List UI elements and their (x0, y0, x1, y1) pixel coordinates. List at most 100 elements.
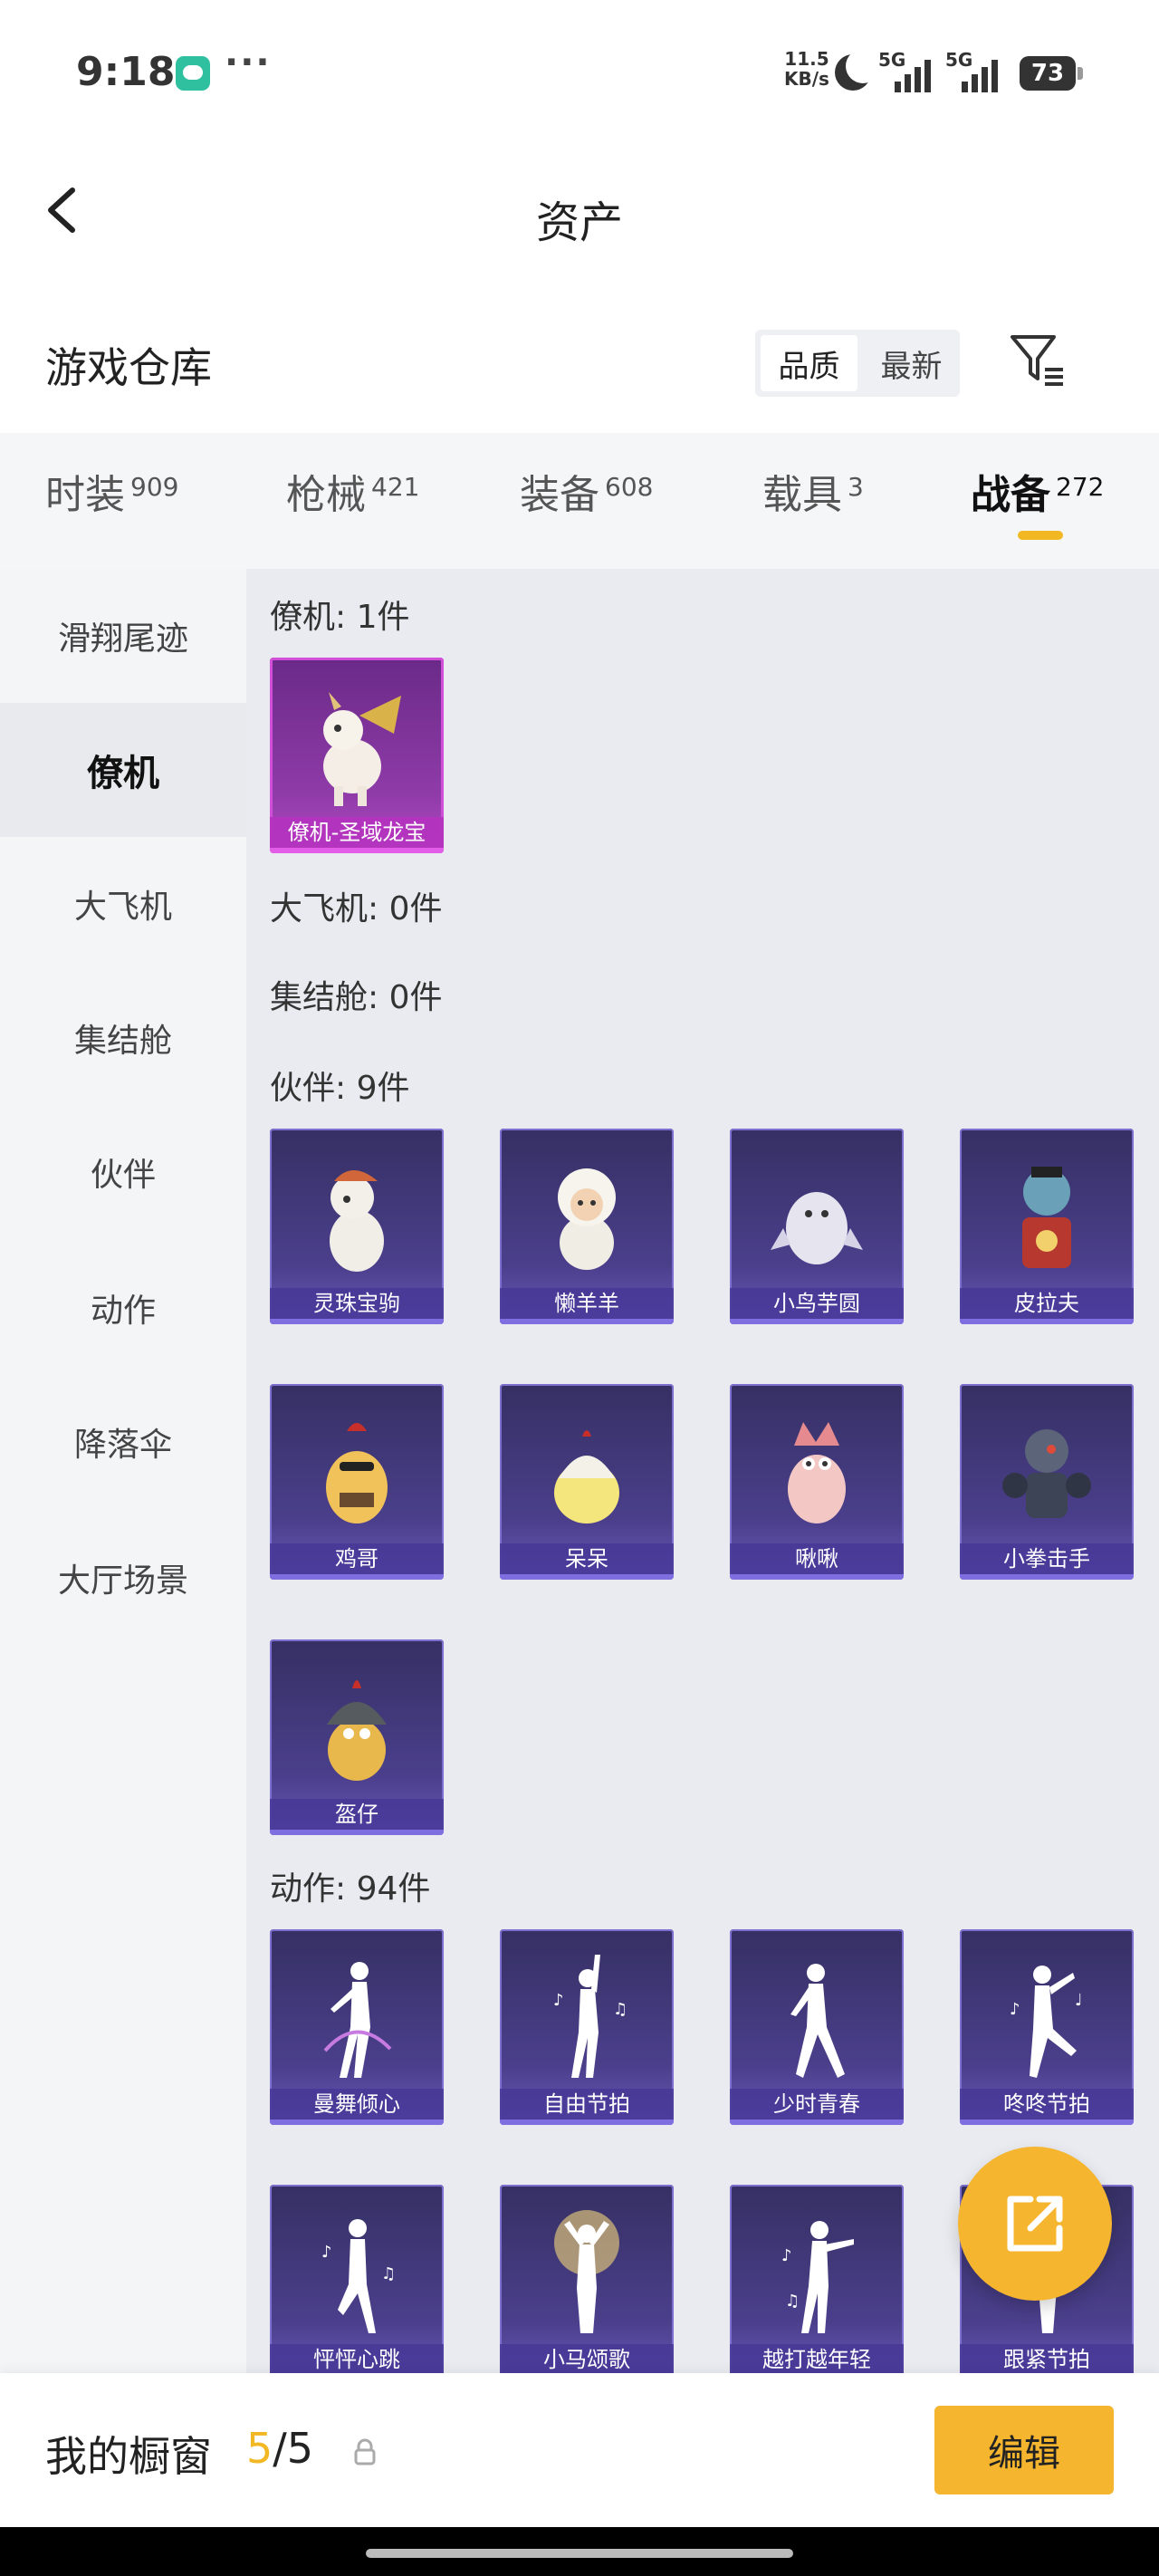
item-card-companion[interactable]: 懒羊羊 (500, 1129, 674, 1324)
item-card-companion[interactable]: 皮拉夫 (960, 1129, 1134, 1324)
item-card-companion[interactable]: 盔仔 (270, 1639, 444, 1835)
dragon-figure-icon (323, 692, 401, 806)
sort-option-newest[interactable]: 最新 (863, 330, 960, 397)
more-notifications-indicator: ··· (225, 42, 272, 83)
tab-equipment[interactable]: 装备 608 (520, 462, 653, 520)
item-card-emote[interactable]: ♪ ♫ 怦怦心跳 (270, 2185, 444, 2380)
sidebar-item-glide-trail[interactable]: 滑翔尾迹 (0, 569, 246, 703)
item-card-emote[interactable]: ♪ ♫ 越打越年轻 (730, 2185, 904, 2380)
item-name: 怦怦心跳 (270, 2344, 444, 2375)
pilaf-figure-icon (1022, 1167, 1071, 1268)
chick-figure-icon (554, 1430, 619, 1523)
item-name: 跟紧节拍 (960, 2344, 1134, 2375)
item-card-emote[interactable]: ♪ ♩ 咚咚节拍 (960, 1929, 1134, 2125)
tab-label: 时装 (45, 472, 125, 518)
quality-bar (960, 1319, 1134, 1324)
battery-indicator: 73 (1020, 56, 1083, 91)
quality-bar (960, 2119, 1134, 2125)
sidebar-item-companion[interactable]: 伙伴 (0, 1105, 246, 1239)
tab-battle-prep[interactable]: 战备 272 (971, 462, 1104, 520)
item-name: 小马颂歌 (500, 2344, 674, 2375)
group-label-wingman: 僚机: 1件 (270, 599, 410, 636)
quality-bar (500, 1319, 674, 1324)
item-name: 咚咚节拍 (960, 2089, 1134, 2119)
quality-bar (270, 1830, 444, 1835)
item-card-companion[interactable]: 呆呆 (500, 1384, 674, 1580)
group-label-assembly-pod: 集结舱: 0件 (270, 979, 443, 1016)
svg-text:♫: ♫ (785, 2292, 800, 2311)
sort-option-quality[interactable]: 品质 (761, 335, 857, 391)
quality-bar (730, 1574, 904, 1580)
bird-figure-icon (771, 1192, 863, 1264)
item-name: 鸡哥 (270, 1543, 444, 1574)
svg-text:♪: ♪ (321, 2243, 332, 2262)
sheep-figure-icon (558, 1168, 616, 1270)
quality-bar (730, 1319, 904, 1324)
bird-figure-icon (788, 1422, 846, 1523)
quality-bar (270, 2119, 444, 2125)
status-time: 9:18 (76, 49, 176, 95)
group-label-big-plane: 大飞机: 0件 (270, 890, 443, 928)
tab-count: 3 (848, 472, 864, 502)
item-card-companion[interactable]: 小拳击手 (960, 1384, 1134, 1580)
item-name: 僚机-圣域龙宝 (270, 817, 444, 848)
sidebar-item-emote[interactable]: 动作 (0, 1241, 246, 1375)
item-name: 懒羊羊 (500, 1288, 674, 1319)
home-indicator[interactable] (366, 2549, 793, 2558)
share-button[interactable] (958, 2147, 1112, 2301)
network-speed-unit: KB/s (784, 68, 829, 90)
tab-fashion[interactable]: 时装 909 (45, 462, 178, 520)
item-name: 皮拉夫 (960, 1288, 1134, 1319)
dancer-silhouette-icon (323, 1962, 392, 2078)
quality-bar (500, 2119, 674, 2125)
network-speed: 11.5 KB/s (784, 49, 829, 89)
quality-bar (270, 1574, 444, 1580)
item-card-emote[interactable]: 少时青春 (730, 1929, 904, 2125)
dancer-silhouette-icon (554, 2210, 619, 2333)
showcase-label: 我的橱窗 (45, 2432, 212, 2481)
dancer-silhouette-icon: ♪♫ (321, 2219, 396, 2333)
tab-guns[interactable]: 枪械 421 (286, 462, 419, 520)
showcase-count: 5/5 (246, 2424, 313, 2473)
quality-bar (500, 1574, 674, 1580)
dancer-silhouette-icon (790, 1964, 845, 2078)
item-card-emote[interactable]: 小马颂歌 (500, 2185, 674, 2380)
signal-1: 5G (878, 49, 931, 92)
group-label-emote: 动作: 94件 (270, 1870, 431, 1908)
item-name: 灵珠宝驹 (270, 1288, 444, 1319)
section-title: 游戏仓库 (45, 343, 212, 392)
tab-count: 421 (371, 472, 420, 502)
tab-vehicles[interactable]: 载具 3 (762, 462, 864, 520)
do-not-disturb-moon-icon (835, 49, 880, 91)
helmet-chick-figure-icon (327, 1680, 387, 1781)
svg-text:♫: ♫ (381, 2264, 396, 2283)
tab-label: 装备 (520, 472, 599, 518)
sort-toggle: 品质 最新 (755, 330, 960, 397)
item-card-companion[interactable]: 鸡哥 (270, 1384, 444, 1580)
dancer-silhouette-icon: ♪ ♩ (1010, 1966, 1083, 2078)
sidebar-item-wingman[interactable]: 僚机 (0, 703, 246, 837)
sidebar-item-parachute[interactable]: 降落伞 (0, 1375, 246, 1509)
item-card-companion[interactable]: 灵珠宝驹 (270, 1129, 444, 1324)
sidebar-item-assembly-pod[interactable]: 集结舱 (0, 971, 246, 1105)
filter-icon[interactable] (1007, 330, 1067, 389)
item-card-wingman-dragon[interactable]: 僚机-圣域龙宝 (270, 658, 444, 853)
wechat-notification-icon (176, 56, 210, 91)
svg-text:♫: ♫ (613, 2000, 627, 2019)
item-card-emote[interactable]: ♪ ♫ 自由节拍 (500, 1929, 674, 2125)
item-card-companion[interactable]: 小鸟芋圆 (730, 1129, 904, 1324)
signal-2: 5G (945, 49, 998, 92)
tab-count: 608 (605, 472, 654, 502)
dancer-silhouette-icon: ♪♫ (553, 1955, 627, 2078)
item-name: 少时青春 (730, 2089, 904, 2119)
item-card-emote[interactable]: 曼舞倾心 (270, 1929, 444, 2125)
boxer-figure-icon (1002, 1429, 1091, 1518)
edit-button[interactable]: 编辑 (934, 2406, 1114, 2494)
group-label-companion: 伙伴: 9件 (270, 1070, 410, 1107)
tab-label: 载具 (762, 472, 842, 518)
sidebar-item-big-plane[interactable]: 大飞机 (0, 837, 246, 971)
sidebar-item-lobby-scene[interactable]: 大厅场景 (0, 1511, 246, 1645)
tab-label: 枪械 (286, 472, 366, 518)
svg-text:♪: ♪ (781, 2246, 792, 2265)
item-card-companion[interactable]: 啾啾 (730, 1384, 904, 1580)
